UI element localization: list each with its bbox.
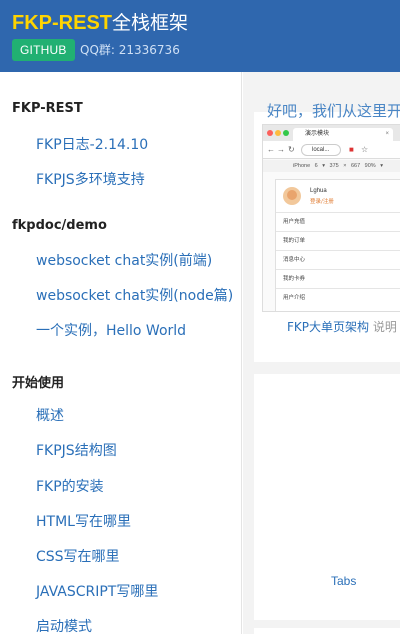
back-icon: ←	[267, 145, 275, 154]
preview-menu-item: 用户介绍	[276, 288, 400, 307]
tab-close-icon: ×	[385, 131, 389, 137]
device-toolbar: iPhone 6 ▾ 375 × 667 90% ▾	[263, 160, 400, 172]
qq-group-text: QQ群: 21336736	[80, 43, 180, 57]
brand-subtitle: 全栈框架	[112, 12, 189, 34]
sidebar-item-hello-world[interactable]: 一个实例，Hello World	[36, 320, 186, 340]
section-title-fkp-rest: FKP-REST	[12, 101, 83, 116]
top-header: FKP-REST全栈框架 GITHUB QQ群: 21336736	[0, 0, 400, 72]
main-content: 演示模块 × ← → ↻ local... ■ ☆ iPhone 6 ▾ 375…	[243, 72, 400, 634]
preview-menu-item: 用户充值	[276, 212, 400, 231]
sidebar-item-structure[interactable]: FKPJS结构图	[36, 440, 117, 460]
browser-tab: 演示模块 ×	[293, 128, 393, 141]
browser-tabbar: 演示模块 ×	[263, 125, 400, 141]
screenshot-caption: FKP大单页架构 说明	[287, 318, 397, 335]
preview-login-link: 登录/注册	[310, 199, 334, 205]
browser-toolbar: ← → ↻ local... ■ ☆	[263, 141, 400, 159]
maximize-dot-icon	[283, 130, 289, 136]
sidebar-item-overview[interactable]: 概述	[36, 405, 64, 425]
sidebar-item-fkp-log[interactable]: FKP日志-2.14.10	[36, 134, 148, 154]
sidebar-item-websocket-node[interactable]: websocket chat实例(node篇)	[36, 285, 233, 305]
sidebar-item-html[interactable]: HTML写在哪里	[36, 511, 131, 531]
phone-preview: Lghua 登录/注册 用户充值 我的订单 消息中心 我的卡券 用户介绍	[275, 179, 400, 311]
star-icon: ☆	[361, 145, 369, 154]
tabs-link[interactable]: Tabs	[331, 574, 356, 588]
brand-title[interactable]: FKP-REST全栈框架	[12, 8, 188, 35]
sidebar-item-websocket-frontend[interactable]: websocket chat实例(前端)	[36, 250, 212, 270]
caption-link[interactable]: FKP大单页架构	[287, 320, 369, 334]
tabs-demo-card	[254, 374, 400, 620]
preview-menu-item: 消息中心	[276, 250, 400, 269]
browser-screenshot: 演示模块 × ← → ↻ local... ■ ☆ iPhone 6 ▾ 375…	[262, 124, 400, 312]
caption-note: 说明	[369, 320, 397, 334]
intro-text: 好吧，我们从这里开	[267, 102, 400, 120]
browser-tab-title: 演示模块	[305, 131, 330, 137]
close-dot-icon	[267, 130, 273, 136]
address-bar: local...	[301, 144, 341, 156]
sidebar-item-javascript[interactable]: JAVASCRIPT写哪里	[36, 581, 158, 601]
sidebar-item-fkpjs-env[interactable]: FKPJS多环境支持	[36, 169, 145, 189]
preview-menu-item: 我的卡券	[276, 269, 400, 288]
brand-name: FKP-REST	[12, 12, 112, 34]
extension-icon: ■	[349, 145, 354, 154]
preview-menu-item: 我的订单	[276, 231, 400, 250]
forward-icon: →	[277, 145, 285, 154]
section-title-getting-started: 开始使用	[12, 376, 65, 391]
sidebar-item-startup-mode[interactable]: 启动模式	[36, 616, 92, 634]
minimize-dot-icon	[275, 130, 281, 136]
next-card	[254, 628, 400, 634]
reload-icon: ↻	[288, 145, 295, 154]
sidebar-item-css[interactable]: CSS写在哪里	[36, 546, 120, 566]
preview-username: Lghua	[310, 188, 327, 194]
sidebar-nav: FKP-REST FKP日志-2.14.10 FKPJS多环境支持 fkpdoc…	[0, 72, 242, 634]
sidebar-item-install[interactable]: FKP的安装	[36, 476, 104, 496]
github-button[interactable]: GITHUB	[12, 39, 75, 61]
avatar	[283, 187, 301, 205]
section-title-fkpdoc-demo: fkpdoc/demo	[12, 218, 107, 233]
